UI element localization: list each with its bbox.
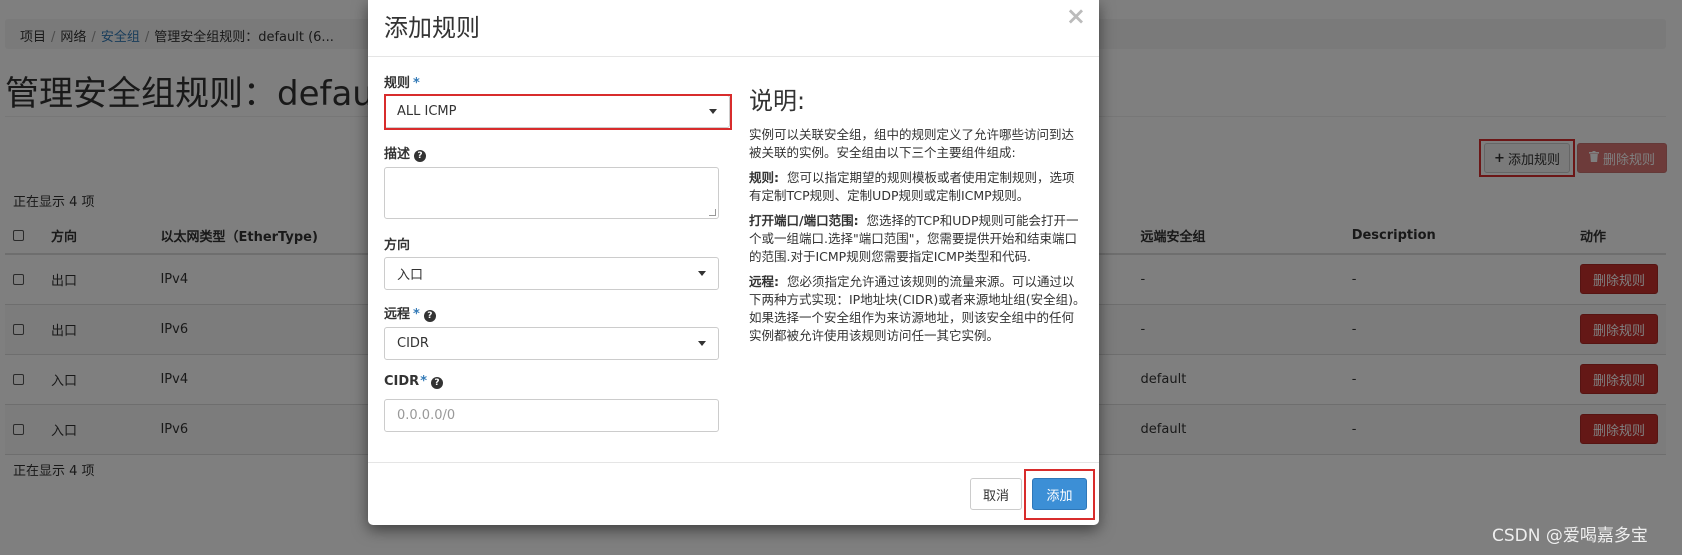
help-rule-paragraph: 规则: 您可以指定期望的规则模板或者使用定制规则，选项有定制TCP规则、定制UD… — [749, 169, 1086, 205]
required-asterisk: * — [413, 76, 420, 91]
help-rule-term: 规则: — [749, 170, 779, 185]
rule-label-text: 规则 — [384, 76, 411, 91]
description-label: 描述? — [384, 143, 427, 162]
help-port-paragraph: 打开端口/端口范围: 您选择的TCP和UDP规则可能会打开一个或一组端口.选择"… — [749, 212, 1086, 266]
help-remote-term: 远程: — [749, 274, 779, 289]
cidr-label: CIDR*? — [384, 374, 443, 389]
help-remote-text: 您必须指定允许通过该规则的流量来源。可以通过以下两种方式实现：IP地址块(CID… — [749, 274, 1086, 343]
help-port-term: 打开端口/端口范围: — [749, 213, 859, 228]
help-title: 说明: — [749, 87, 806, 115]
highlight-rule-select — [384, 94, 732, 130]
modal-header: 添加规则 × — [368, 0, 1099, 57]
help-panel: 说明: 实例可以关联安全组，组中的规则定义了允许哪些访问到达被关联的实例。安全组… — [749, 86, 1086, 352]
direction-label: 方向 — [384, 238, 411, 253]
watermark: CSDN @爱喝嘉多宝 — [1492, 526, 1648, 546]
rule-label: 规则 * — [384, 72, 420, 91]
remote-select[interactable]: CIDR — [384, 327, 719, 360]
add-rule-modal: 添加规则 × 规则 * ALL ICMP 描述? 方向 入口 远程 *? CIDR … — [368, 0, 1099, 525]
modal-title: 添加规则 — [384, 14, 480, 42]
help-rule-text: 您可以指定期望的规则模板或者使用定制规则，选项有定制TCP规则、定制UDP规则或… — [749, 170, 1075, 203]
description-textarea[interactable] — [384, 167, 719, 219]
remote-label-text: 远程 — [384, 307, 411, 322]
required-asterisk: * — [420, 374, 427, 389]
resize-grip-icon[interactable] — [709, 209, 716, 216]
question-circle-icon[interactable]: ? — [414, 150, 427, 162]
caret-down-icon — [698, 271, 706, 276]
question-circle-icon[interactable]: ? — [431, 377, 443, 389]
caret-down-icon — [698, 341, 706, 346]
close-icon[interactable]: × — [1066, 4, 1086, 28]
remote-select-value: CIDR — [397, 336, 429, 351]
help-remote-paragraph: 远程: 您必须指定允许通过该规则的流量来源。可以通过以下两种方式实现：IP地址块… — [749, 273, 1086, 345]
cidr-label-text: CIDR — [384, 374, 420, 389]
description-label-text: 描述 — [384, 147, 411, 162]
cancel-button[interactable]: 取消 — [970, 478, 1022, 510]
cidr-input[interactable] — [384, 399, 719, 432]
remote-label: 远程 *? — [384, 303, 436, 322]
required-asterisk: * — [413, 307, 420, 322]
question-circle-icon[interactable]: ? — [423, 310, 436, 322]
direction-select[interactable]: 入口 — [384, 257, 719, 290]
direction-select-value: 入口 — [397, 268, 424, 283]
highlight-submit-button — [1024, 469, 1095, 520]
help-intro: 实例可以关联安全组，组中的规则定义了允许哪些访问到达被关联的实例。安全组由以下三… — [749, 127, 1075, 160]
